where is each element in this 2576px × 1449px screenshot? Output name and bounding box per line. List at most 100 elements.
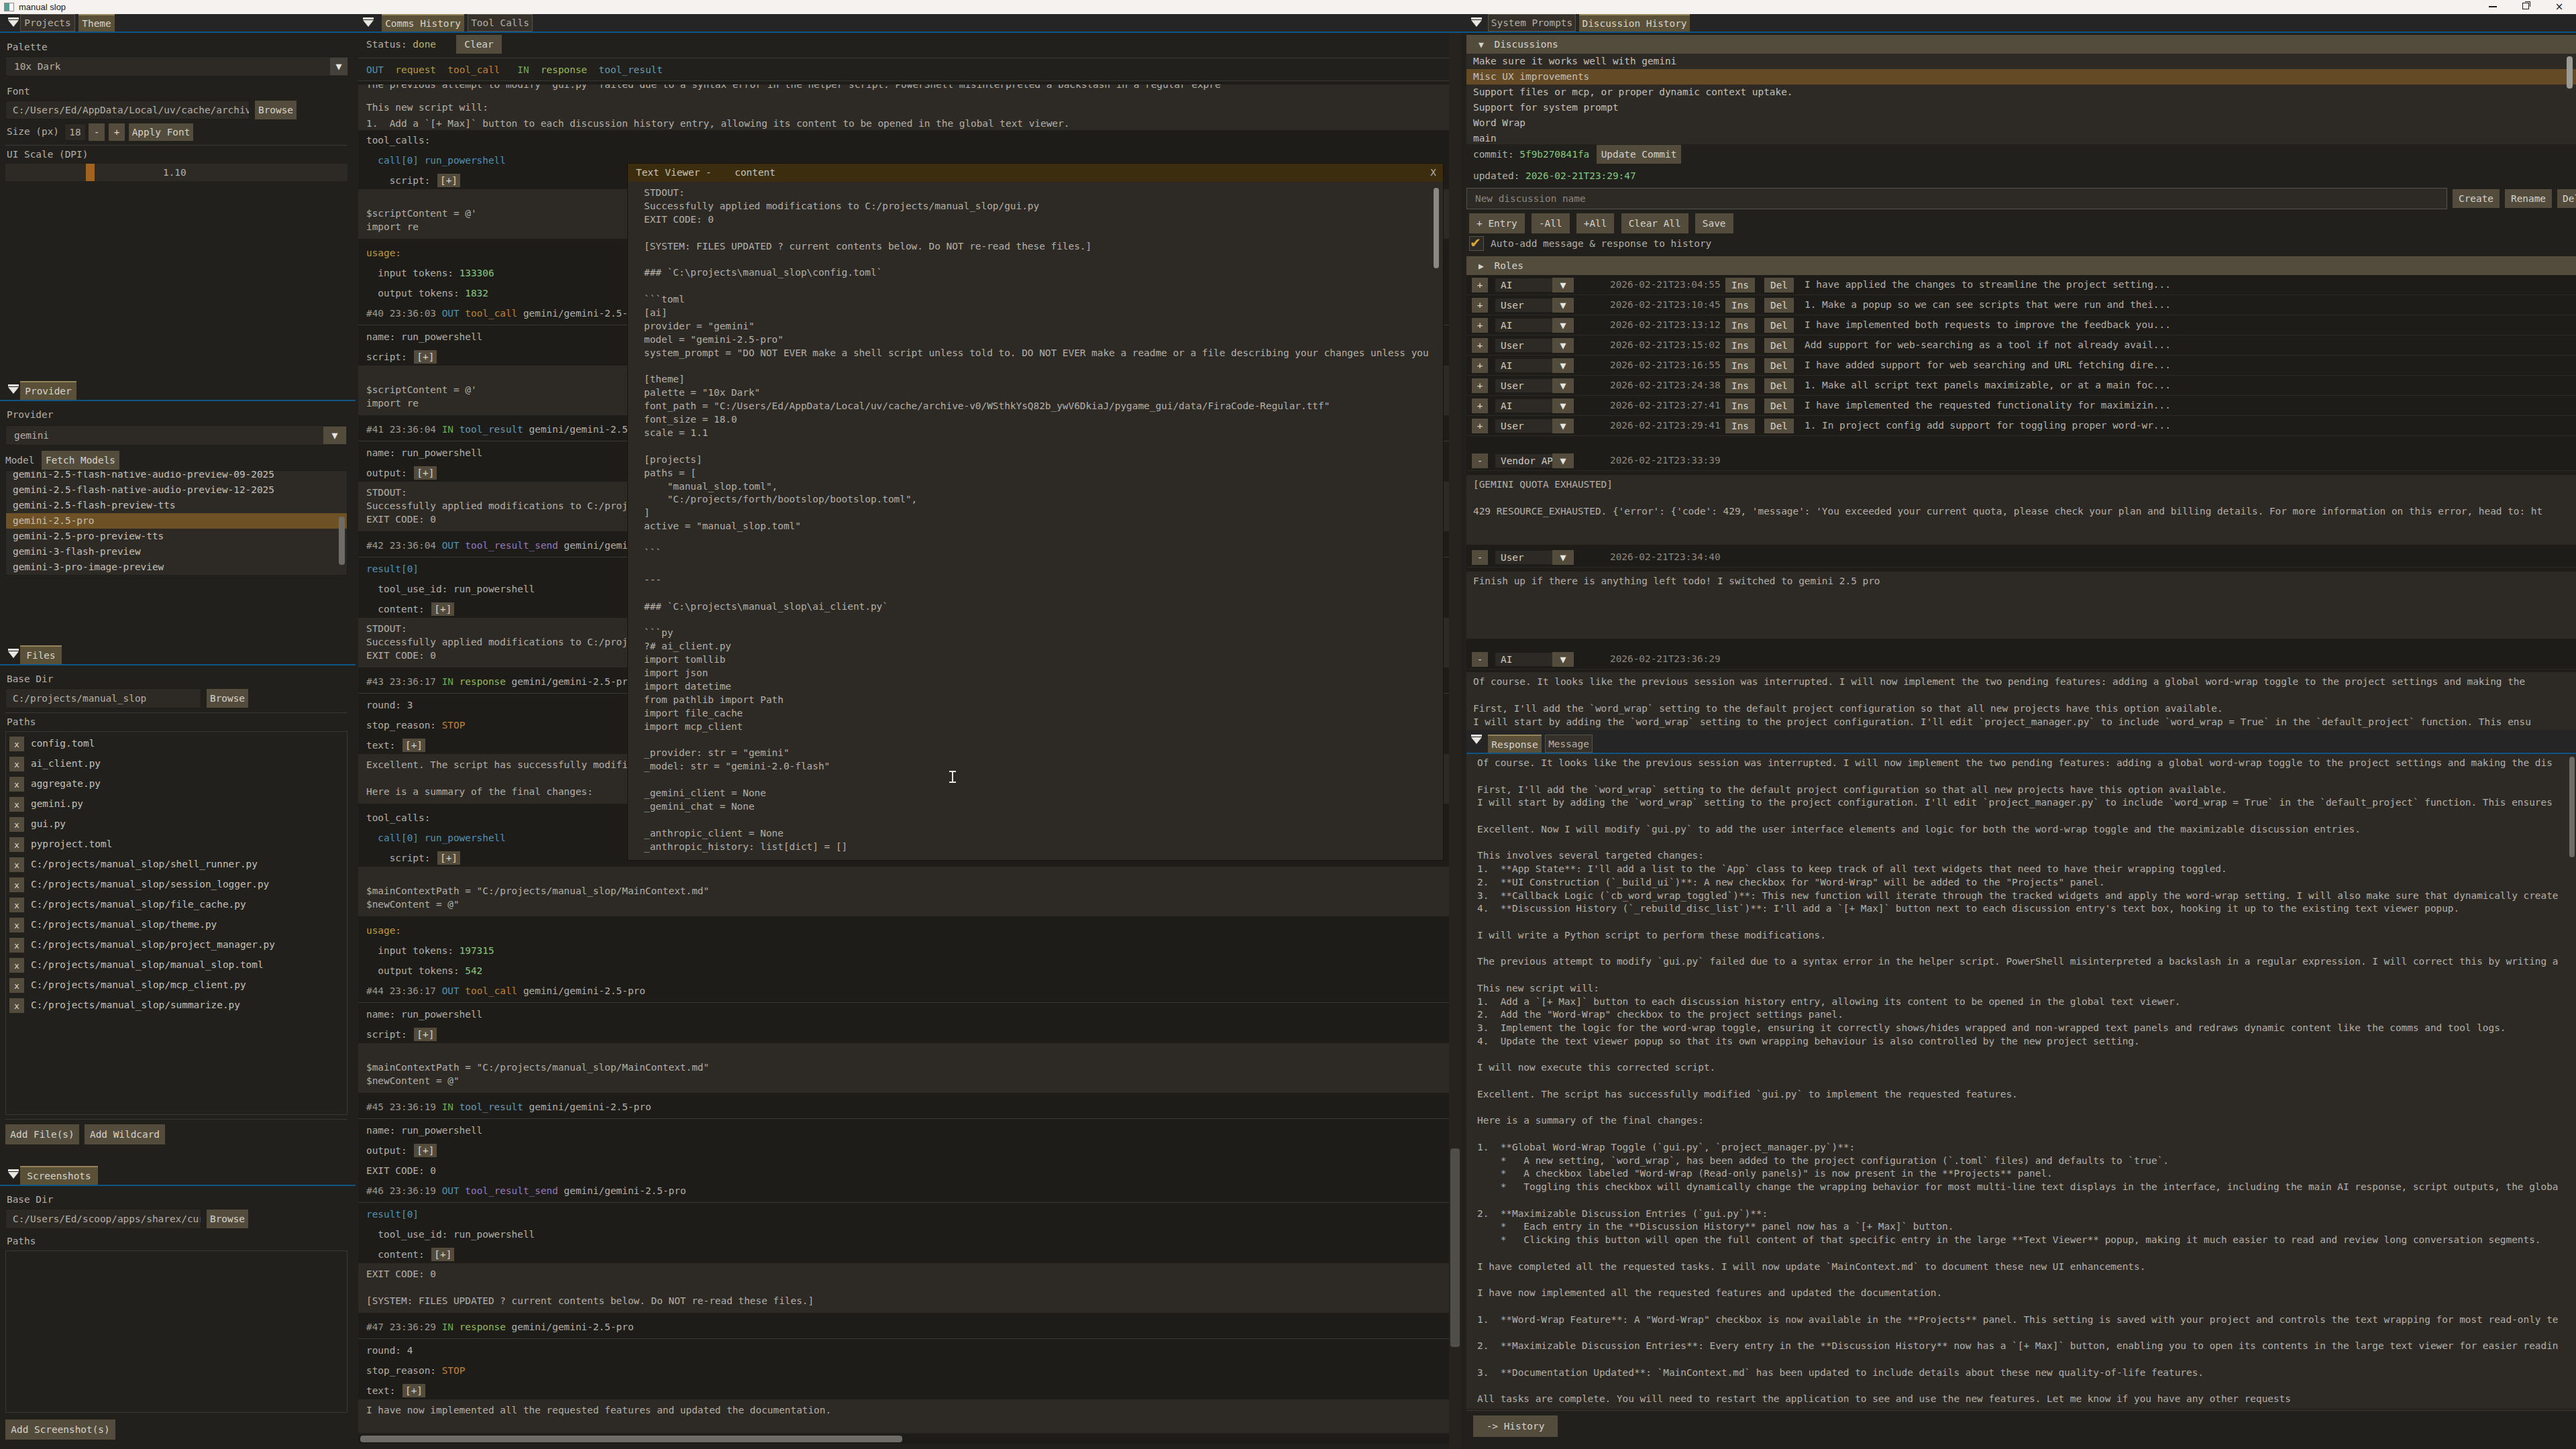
entry-button-all[interactable]: -All (1532, 213, 1570, 233)
role-add-button[interactable]: + (1472, 358, 1488, 373)
role-add-button[interactable]: + (1472, 419, 1488, 433)
expand-button[interactable]: [+] (437, 851, 460, 865)
role-add-button[interactable]: + (1472, 378, 1488, 393)
remove-path-button[interactable]: x (9, 938, 24, 953)
expand-button[interactable]: [+] (437, 174, 460, 187)
remove-path-button[interactable]: x (9, 898, 24, 912)
expand-button[interactable]: [+] (414, 1144, 437, 1157)
remove-path-button[interactable]: x (9, 757, 24, 771)
role-del-button[interactable]: Del (1764, 378, 1794, 393)
role-add-button[interactable]: + (1472, 298, 1488, 313)
role-del-button[interactable]: Del (1764, 358, 1794, 373)
create-button[interactable]: Create (2453, 189, 2500, 208)
discussion-item[interactable]: Make sure it works well with gemini (1466, 54, 2576, 69)
role-ins-button[interactable]: Ins (1725, 419, 1755, 433)
tab-comms-history[interactable]: Comms History (382, 14, 464, 32)
role-add-button[interactable]: - (1472, 550, 1488, 565)
mid-collapse-icon[interactable] (363, 17, 376, 29)
provider-dropdown[interactable]: gemini (5, 425, 347, 445)
roles-header[interactable]: ▶ Roles (1466, 256, 2576, 275)
role-del-button[interactable]: Del (1764, 398, 1794, 413)
files-browse-button[interactable]: Browse (207, 689, 248, 708)
add-wildcard-button[interactable]: Add Wildcard (85, 1124, 165, 1144)
remove-path-button[interactable]: x (9, 857, 24, 872)
role-add-button[interactable]: + (1472, 338, 1488, 353)
text-viewer-close-icon[interactable]: X (1430, 164, 1436, 182)
model-item[interactable]: gemini-2.5-flash-preview-tts (6, 498, 347, 513)
model-list-scrollbar[interactable] (339, 517, 345, 565)
expand-button[interactable]: [+] (414, 1028, 437, 1041)
files-collapse-icon[interactable] (8, 648, 21, 660)
provider-dropdown-arrow[interactable]: ▼ (323, 427, 346, 444)
role-dropdown-arrow[interactable]: ▼ (1552, 550, 1574, 565)
right-collapse-icon[interactable] (1471, 17, 1485, 29)
expand-button[interactable]: [+] (402, 739, 425, 752)
tab-discussion-history[interactable]: Discussion History (1579, 14, 1690, 32)
role-ins-button[interactable]: Ins (1725, 318, 1755, 333)
shots-basedir-input[interactable]: C:/Users/Ed/scoop/apps/sharex/cur (5, 1209, 201, 1229)
provider-section-tab[interactable]: Provider (20, 381, 76, 400)
minimize-icon[interactable] (2489, 6, 2497, 7)
remove-path-button[interactable]: x (9, 998, 24, 1013)
role-ins-button[interactable]: Ins (1725, 398, 1755, 413)
discussion-item[interactable]: Support for system prompt (1466, 100, 2576, 115)
add-files-button[interactable]: Add File(s) (5, 1124, 79, 1144)
new-discussion-input[interactable]: New discussion name (1466, 188, 2447, 209)
model-item[interactable]: gemini-3-flash-preview (6, 544, 347, 559)
role-del-button[interactable]: Del (1764, 278, 1794, 292)
remove-path-button[interactable]: x (9, 817, 24, 832)
model-item[interactable]: gemini-3-pro-image-preview (6, 559, 347, 575)
uiscale-slider-handle[interactable] (86, 164, 95, 181)
model-item[interactable]: gemini-2.5-flash-native-audio-preview-12… (6, 482, 347, 498)
tab-message[interactable]: Message (1545, 735, 1593, 753)
expand-button[interactable]: [+] (414, 466, 437, 480)
text-viewer-scrollbar[interactable] (1434, 188, 1439, 268)
role-ins-button[interactable]: Ins (1725, 298, 1755, 313)
role-dropdown-arrow[interactable]: ▼ (1552, 338, 1574, 353)
role-add-button[interactable]: - (1472, 453, 1488, 468)
remove-path-button[interactable]: x (9, 918, 24, 932)
remove-path-button[interactable]: x (9, 837, 24, 852)
role-add-button[interactable]: + (1472, 398, 1488, 413)
size-minus-button[interactable]: - (89, 123, 105, 141)
entry-button-clearall[interactable]: Clear All (1621, 213, 1688, 233)
role-ins-button[interactable]: Ins (1725, 358, 1755, 373)
discussion-item[interactable]: Word Wrap (1466, 115, 2576, 131)
palette-dropdown[interactable]: 10x Dark (5, 56, 349, 76)
role-del-button[interactable]: Del (1764, 338, 1794, 353)
role-dropdown-arrow[interactable]: ▼ (1552, 378, 1574, 393)
size-input[interactable]: 18 (64, 123, 86, 141)
left-collapse-icon[interactable] (8, 17, 21, 29)
comms-hscrollbar[interactable] (358, 1434, 1449, 1444)
discussions-scrollbar[interactable] (2567, 56, 2573, 89)
role-add-button[interactable]: - (1472, 652, 1488, 667)
response-scrollbar[interactable] (2569, 757, 2575, 857)
screenshots-section-tab[interactable]: Screenshots (20, 1166, 98, 1185)
font-path-input[interactable]: C:/Users/Ed/AppData/Local/uv/cache/archi… (5, 101, 250, 119)
mid-vscrollbar[interactable] (1449, 33, 1461, 1449)
role-dropdown-arrow[interactable]: ▼ (1552, 298, 1574, 313)
remove-path-button[interactable]: x (9, 877, 24, 892)
remove-path-button[interactable]: x (9, 978, 24, 993)
role-dropdown-arrow[interactable]: ▼ (1552, 652, 1574, 667)
discussion-item[interactable]: main (1466, 131, 2576, 144)
model-item[interactable]: gemini-2.5-pro-preview-tts (6, 529, 347, 544)
entry-button-all[interactable]: +All (1576, 213, 1615, 233)
size-plus-button[interactable]: + (109, 123, 125, 141)
expand-button[interactable]: [+] (414, 350, 437, 364)
role-dropdown-arrow[interactable]: ▼ (1552, 398, 1574, 413)
role-dropdown-arrow[interactable]: ▼ (1552, 453, 1574, 468)
delete-button[interactable]: Delete (2557, 189, 2576, 208)
model-item[interactable]: gemini-2.5-pro (6, 513, 347, 529)
role-add-button[interactable]: + (1472, 318, 1488, 333)
expand-button[interactable]: [+] (431, 602, 454, 616)
shots-browse-button[interactable]: Browse (207, 1210, 248, 1228)
font-browse-button[interactable]: Browse (255, 101, 297, 119)
discussion-item[interactable]: Support files or mcp, or proper dynamic … (1466, 85, 2576, 100)
role-add-button[interactable]: + (1472, 278, 1488, 292)
files-basedir-input[interactable]: C:/projects/manual_slop (5, 688, 201, 708)
clear-button[interactable]: Clear (456, 35, 502, 54)
remove-path-button[interactable]: x (9, 737, 24, 751)
close-icon[interactable]: × (2555, 2, 2564, 11)
screenshots-collapse-icon[interactable] (8, 1169, 21, 1181)
